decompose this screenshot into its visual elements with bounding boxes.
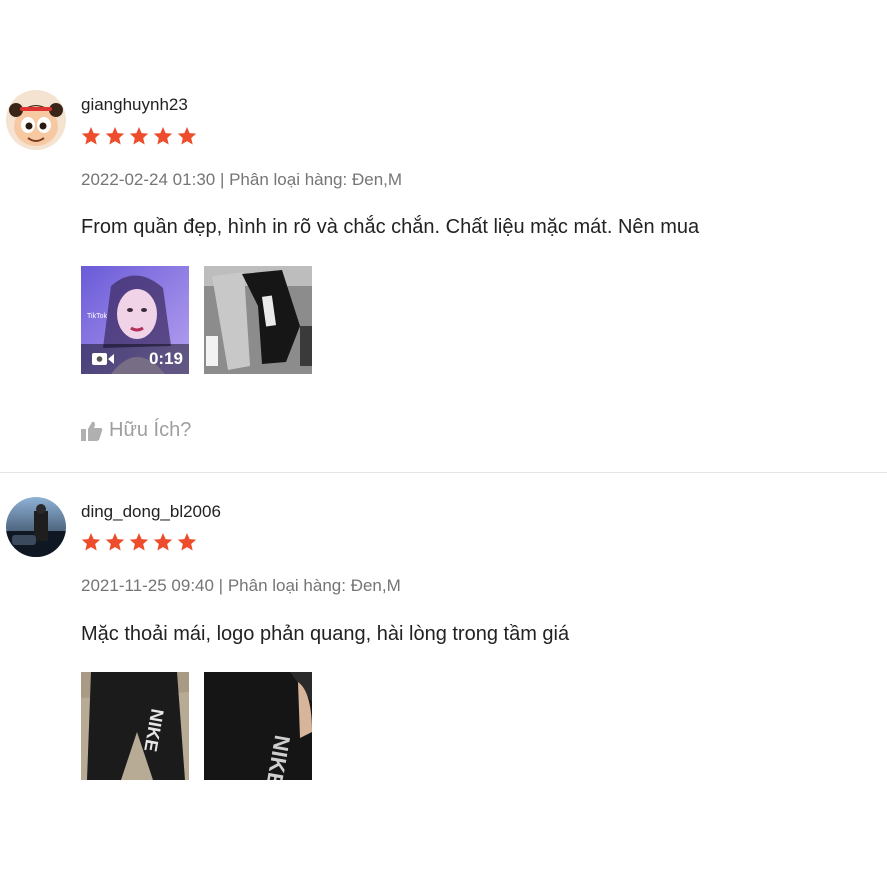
- star-icon: [105, 533, 125, 551]
- star-icon: [177, 127, 197, 145]
- star-icon: [81, 127, 101, 145]
- review-media: NIKE NIKE: [81, 672, 312, 780]
- photo-image: [204, 266, 312, 374]
- review-comment: Mặc thoải mái, logo phản quang, hài lòng…: [81, 623, 570, 645]
- avatar-image: [6, 497, 66, 557]
- review-photo[interactable]: NIKE: [204, 672, 312, 780]
- video-thumbnail[interactable]: TikTok 0:19: [81, 266, 189, 374]
- review-divider: [0, 472, 887, 473]
- star-icon: [153, 127, 173, 145]
- star-icon: [153, 533, 173, 551]
- thumbs-up-icon: [81, 421, 103, 441]
- review-photo[interactable]: [204, 266, 312, 374]
- review-meta: 2022-02-24 01:30 | Phân loại hàng: Đen,M: [81, 170, 403, 189]
- user-avatar[interactable]: [6, 90, 66, 150]
- star-icon: [105, 127, 125, 145]
- review-comment: From quần đẹp, hình in rõ và chắc chắn. …: [81, 216, 700, 238]
- rating-stars: [81, 126, 197, 146]
- helpful-label: Hữu Ích?: [109, 419, 192, 441]
- helpful-button[interactable]: Hữu Ích?: [81, 419, 191, 442]
- review-photo[interactable]: NIKE: [81, 672, 189, 780]
- star-icon: [81, 533, 101, 551]
- photo-image: NIKE: [204, 672, 312, 780]
- review-meta: 2021-11-25 09:40 | Phân loại hàng: Đen,M: [81, 576, 401, 595]
- avatar-image: [6, 90, 66, 150]
- username[interactable]: gianghuynh23: [81, 95, 188, 115]
- video-duration: 0:19: [148, 349, 183, 368]
- username[interactable]: ding_dong_bl2006: [81, 502, 221, 522]
- star-icon: [129, 127, 149, 145]
- video-camera-icon: [92, 353, 114, 365]
- rating-stars: [81, 532, 197, 552]
- review-media: TikTok 0:19: [81, 266, 312, 374]
- user-avatar[interactable]: [6, 497, 66, 557]
- video-overlay: 0:19: [81, 344, 189, 374]
- star-icon: [177, 533, 197, 551]
- photo-image: NIKE: [81, 672, 189, 780]
- star-icon: [129, 533, 149, 551]
- svg-text:TikTok: TikTok: [87, 313, 107, 320]
